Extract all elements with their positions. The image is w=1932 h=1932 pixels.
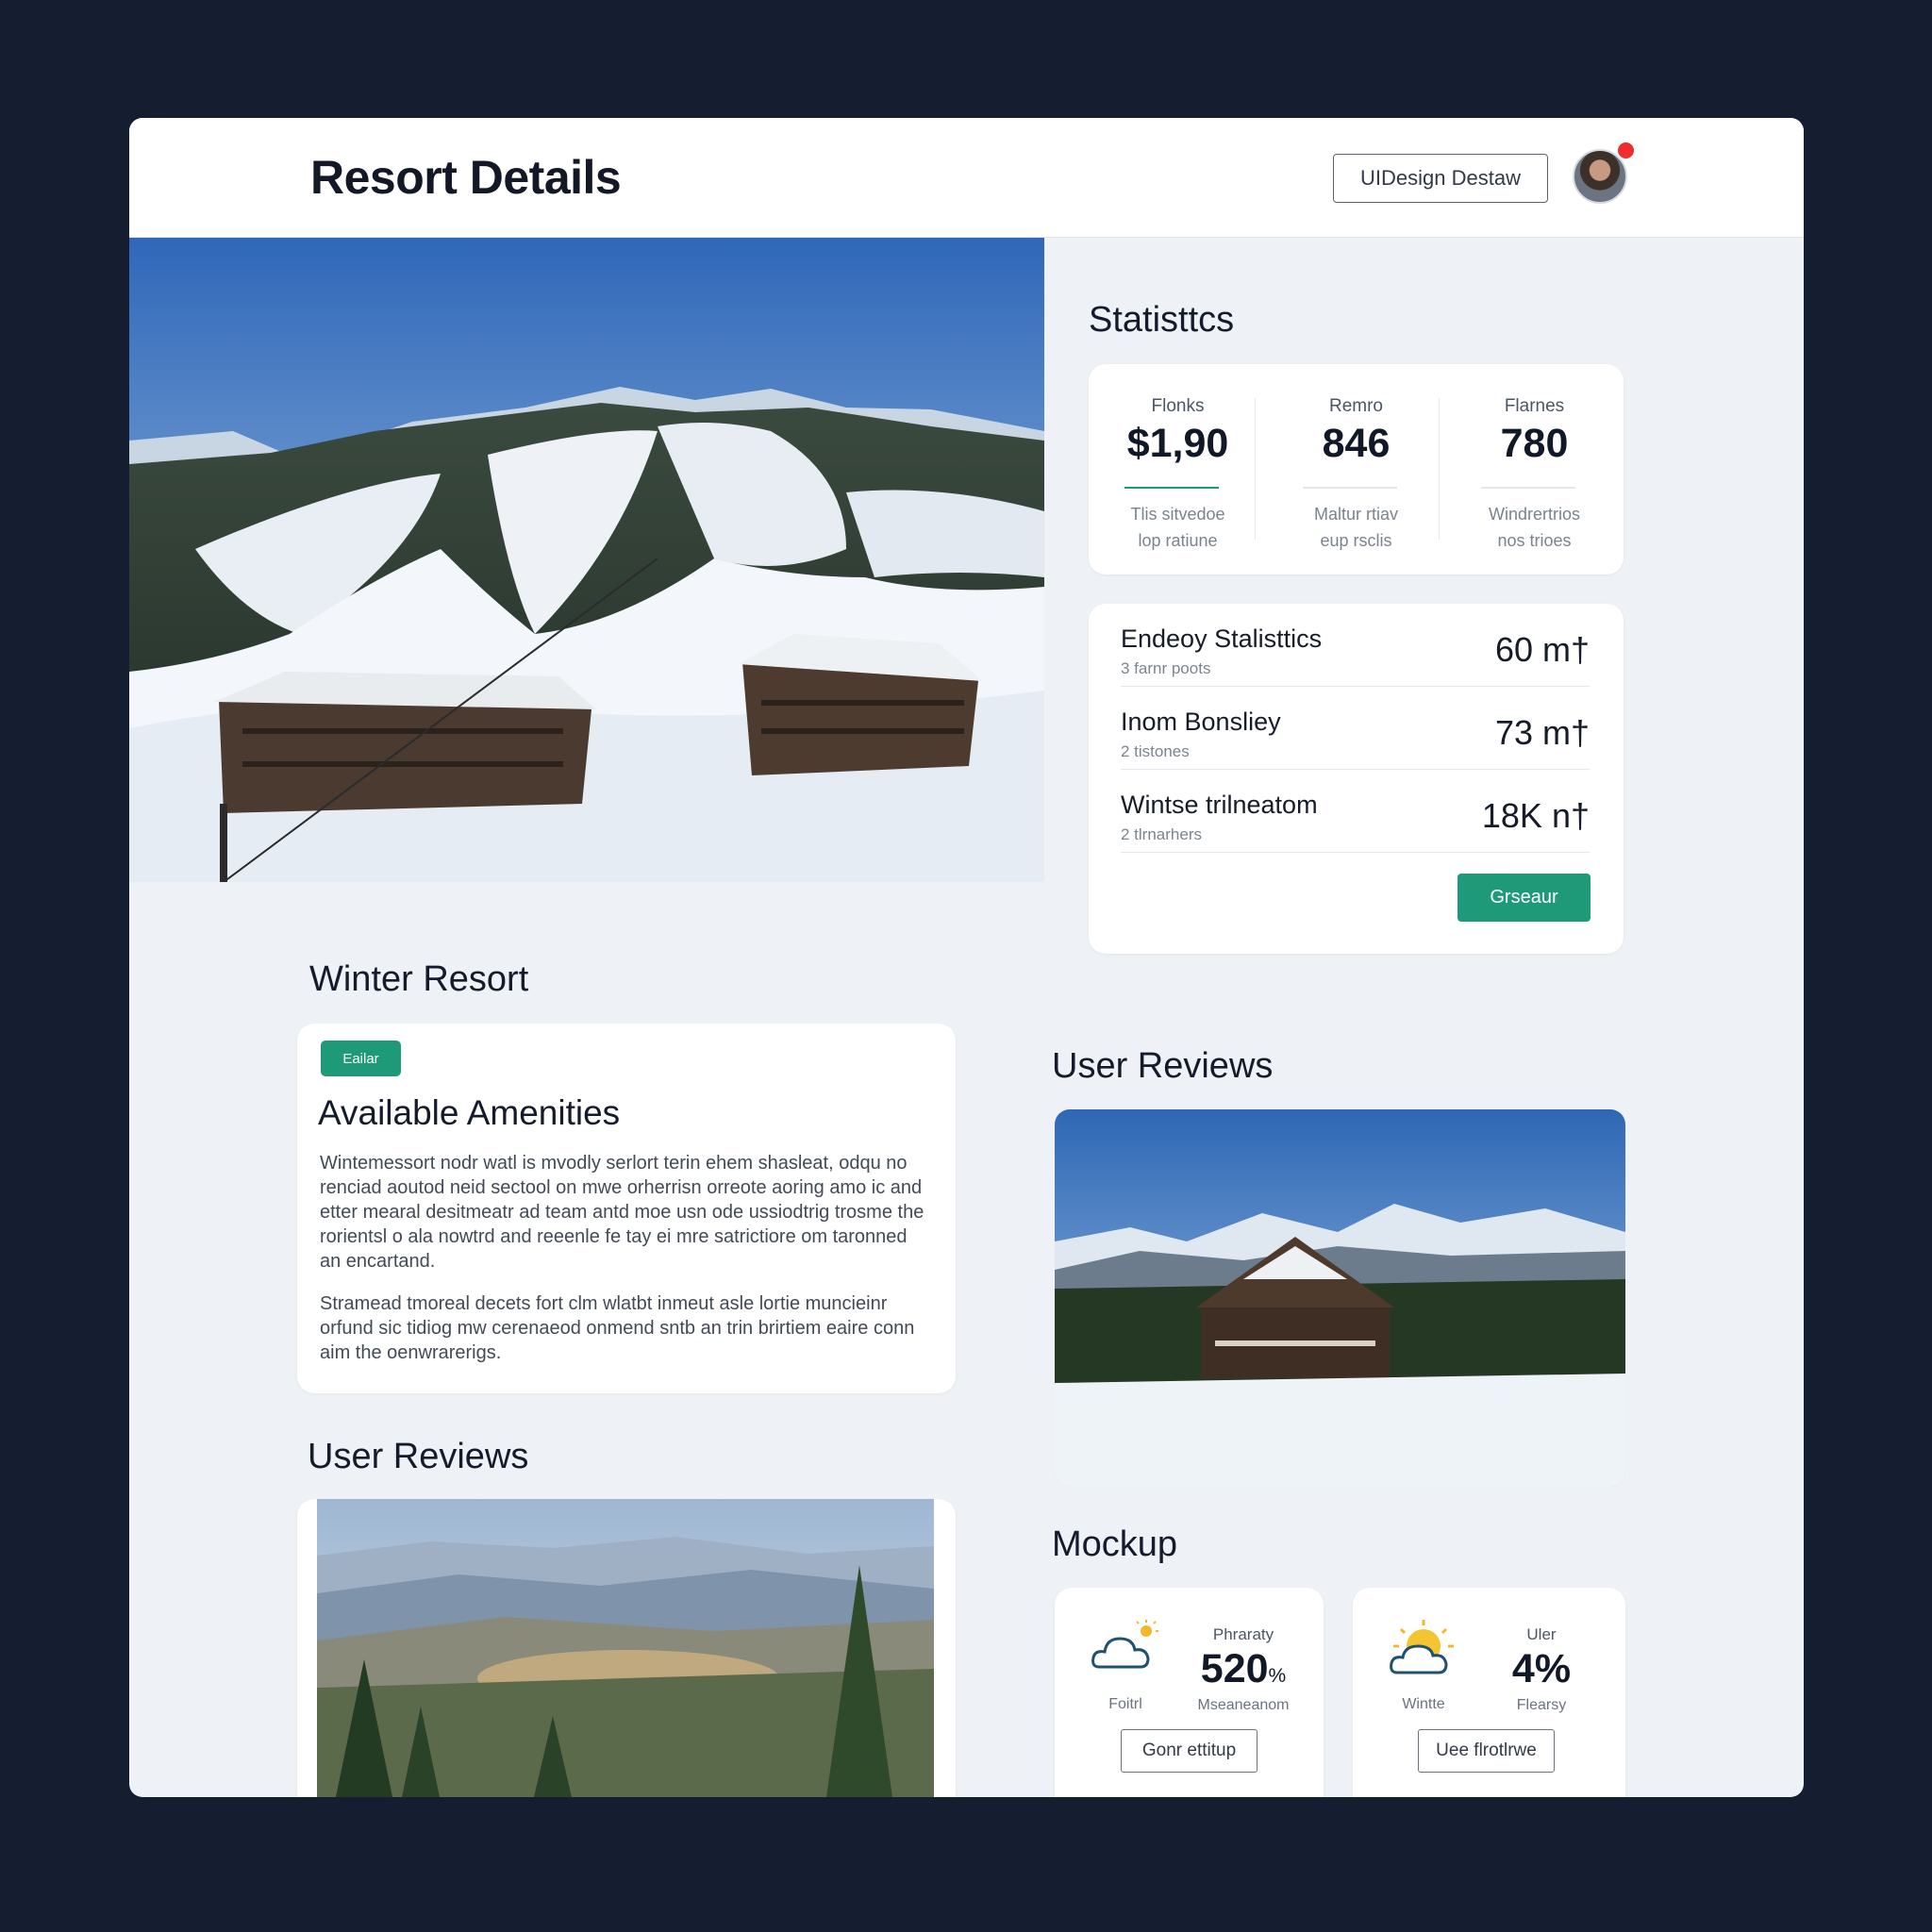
stat-column: Flarnes 780 Windrertrios nos trioes (1445, 364, 1624, 575)
header: Resort Details UIDesign Destaw (129, 118, 1804, 238)
page-title: Resort Details (310, 151, 622, 204)
stat-divider (1124, 487, 1219, 489)
stat-desc-line: nos trioes (1497, 531, 1572, 550)
stat-value: 780 (1500, 421, 1569, 466)
amenities-paragraph: Stramead tmoreal decets fort clm wlatbt … (320, 1293, 915, 1363)
sun-cloud-icon (1390, 1620, 1454, 1674)
stat-value: 846 (1322, 421, 1391, 466)
stat-description: Tlis sitvedoe lop ratiune (1089, 501, 1267, 554)
stat-desc-line: Maltur rtiav (1313, 505, 1398, 524)
energy-row-name: Endeoy Stalisttics (1121, 625, 1323, 653)
energy-row: Endeoy Stalisttics 3 farnr poots 60 m† (1121, 604, 1590, 687)
stat-value: $1,90 (1126, 421, 1229, 466)
stat-divider (1303, 487, 1397, 489)
energy-row-value: 18K n† (1481, 796, 1590, 835)
mockup-title: Mockup (1052, 1524, 1178, 1564)
weather-icon-label: Foitrl (1108, 1696, 1142, 1712)
amenities-paragraph: Wintemessort nodr watl is mvodly serlort… (320, 1153, 924, 1272)
energy-statistics-card: Endeoy Stalisttics 3 farnr poots 60 m† I… (1089, 604, 1624, 954)
stat-desc-line: Tlis sitvedoe (1130, 505, 1225, 524)
user-reviews-title-right: User Reviews (1052, 1046, 1274, 1086)
stat-desc-line: eup rsclis (1320, 531, 1392, 550)
stat-description: Windrertrios nos trioes (1445, 501, 1624, 554)
notification-badge (1616, 141, 1636, 160)
energy-row: Inom Bonsliey 2 tistones 73 m† (1121, 687, 1590, 770)
energy-row-value: 60 m† (1494, 630, 1590, 669)
weather-heading: Phraraty (1212, 1625, 1274, 1643)
stat-label: Flarnes (1504, 396, 1565, 416)
amenities-title: Available Amenities (318, 1093, 621, 1132)
energy-row-sub: 2 tistones (1121, 742, 1190, 760)
amenities-tag: Eailar (321, 1041, 401, 1076)
winter-resort-title: Winter Resort (309, 959, 529, 999)
energy-row: Wintse trilneatom 2 tlrnarhers 18K n† (1121, 770, 1590, 853)
column-divider (1255, 398, 1256, 540)
weather-sub: Flearsy (1516, 1697, 1567, 1713)
stat-label: Remro (1328, 396, 1383, 416)
weather-icon-label: Wintte (1402, 1696, 1445, 1712)
energy-row-name: Inom Bonsliey (1121, 708, 1281, 736)
energy-row-name: Wintse trilneatom (1121, 791, 1318, 819)
stat-description: Maltur rtiav eup rsclis (1267, 501, 1445, 554)
statistics-title: Statisttcs (1089, 300, 1235, 340)
weather-card: Foitrl Phraraty 520% Mseaneanom Gonr ett… (1055, 1588, 1324, 1797)
weather-value-number: 520 (1200, 1646, 1269, 1691)
stat-column: Remro 846 Maltur rtiav eup rsclis (1267, 364, 1445, 575)
weather-features-button[interactable]: Uee flrotlrwe (1418, 1729, 1555, 1773)
weather-value-unit: % (1268, 1665, 1287, 1687)
stat-column: Flonks $1,90 Tlis sitvedoe lop ratiune (1089, 364, 1267, 575)
stat-desc-line: lop ratiune (1138, 531, 1218, 550)
energy-row-sub: 2 tlrnarhers (1121, 825, 1202, 843)
stat-label: Flonks (1151, 396, 1205, 416)
app-window: Resort Details UIDesign Destaw Statisttc… (129, 118, 1804, 1797)
weather-card: Wintte Uler 4% Flearsy Uee flrotlrwe (1353, 1588, 1625, 1797)
energy-row-value: 73 m† (1494, 713, 1590, 752)
valley-photo (317, 1499, 934, 1797)
weather-value: 520% (1187, 1646, 1300, 1692)
energy-action-button[interactable]: Grseaur (1457, 874, 1591, 922)
energy-row-sub: 3 farnr poots (1121, 659, 1211, 677)
user-reviews-card (297, 1499, 956, 1797)
statistics-card: Flonks $1,90 Tlis sitvedoe lop ratiune R… (1089, 364, 1624, 575)
user-reviews-title: User Reviews (308, 1437, 529, 1476)
stat-desc-line: Windrertrios (1488, 505, 1580, 524)
column-divider (1439, 398, 1440, 540)
weather-value: 4% (1485, 1646, 1598, 1692)
cloud-sun-icon (1091, 1620, 1158, 1669)
workspace-button[interactable]: UIDesign Destaw (1333, 154, 1548, 203)
weather-setup-button[interactable]: Gonr ettitup (1121, 1729, 1257, 1773)
weather-value-number: 4% (1511, 1646, 1572, 1691)
stat-divider (1481, 487, 1575, 489)
weather-sub: Mseaneanom (1197, 1697, 1290, 1713)
hero-resort-photo (129, 238, 1044, 882)
amenities-card: Eailar Available Amenities Wintemessort … (297, 1024, 956, 1393)
lodge-photo (1055, 1109, 1625, 1487)
weather-heading: Uler (1526, 1625, 1557, 1643)
